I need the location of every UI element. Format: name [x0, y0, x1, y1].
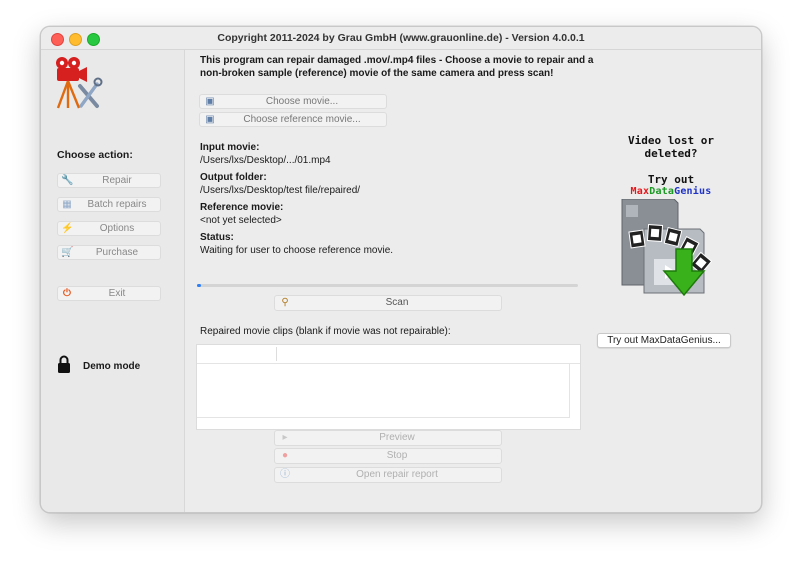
choose-movie-button[interactable]: ▣ Choose movie... — [199, 94, 387, 109]
preview-button-label: Preview — [379, 432, 415, 443]
window-title: Copyright 2011-2024 by Grau GmbH (www.gr… — [217, 32, 585, 44]
input-movie-heading: Input movie: — [200, 142, 260, 153]
input-movie-value: /Users/lxs/Desktop/.../01.mp4 — [200, 155, 331, 166]
open-repair-report-button[interactable]: ⓘ Open repair report — [274, 467, 502, 483]
progress-fill — [197, 284, 201, 287]
wrench-icon: 🔧 — [61, 175, 74, 186]
reference-movie-section: Reference movie: <not yet selected> — [200, 201, 283, 227]
clips-table-header — [197, 345, 580, 364]
scan-button-label: Scan — [385, 297, 409, 308]
column-divider — [276, 347, 277, 361]
output-folder-section: Output folder: /Users/lxs/Desktop/test f… — [200, 171, 360, 197]
scan-button[interactable]: ⚲ Scan — [274, 295, 502, 311]
stop-button[interactable]: ● Stop — [274, 448, 502, 464]
exit-button[interactable]: ⏻ Exit — [57, 286, 161, 301]
app-logo-icon — [56, 57, 103, 109]
preview-button[interactable]: ▸ Preview — [274, 430, 502, 446]
promo-try-out: Try out — [647, 173, 695, 186]
clips-label: Repaired movie clips (blank if movie was… — [200, 326, 451, 337]
demo-mode-label: Demo mode — [83, 361, 141, 372]
promo-title: Video lost or deleted? — [627, 134, 715, 160]
reference-movie-icon: ▣ — [205, 114, 215, 125]
cart-icon: 🛒 — [61, 247, 74, 258]
try-maxdatagenius-button[interactable]: Try out MaxDataGenius... — [597, 333, 731, 348]
brand-part-genius: Genius — [674, 186, 712, 197]
stop-button-label: Stop — [386, 450, 408, 461]
intro-text: This program can repair damaged .mov/.mp… — [200, 55, 594, 79]
power-icon: ⏻ — [63, 288, 71, 299]
lightning-icon: ⚡ — [61, 223, 74, 234]
movie-folder-icon: ▣ — [205, 96, 215, 107]
repair-button-label: Repair — [102, 175, 132, 186]
promo-brand: MaxDataGenius — [601, 186, 741, 197]
output-folder-heading: Output folder: — [200, 172, 267, 183]
magnifier-icon: ⚲ — [281, 297, 289, 308]
choose-action-label: Choose action: — [57, 149, 133, 161]
brand-part-data: Data — [649, 186, 675, 197]
reference-movie-value: <not yet selected> — [200, 215, 282, 226]
info-icon: ⓘ — [280, 469, 290, 480]
batch-icon: ▦ — [62, 199, 72, 210]
brand-part-max: Max — [630, 186, 650, 197]
purchase-button-label: Purchase — [95, 247, 139, 258]
output-folder-value: /Users/lxs/Desktop/test file/repaired/ — [200, 185, 361, 196]
status-section: Status: Waiting for user to choose refer… — [200, 231, 393, 257]
choose-reference-button[interactable]: ▣ Choose reference movie... — [199, 112, 387, 127]
input-movie-section: Input movie: /Users/lxs/Desktop/.../01.m… — [200, 141, 331, 167]
status-value: Waiting for user to choose reference mov… — [200, 245, 394, 256]
batch-repairs-button-label: Batch repairs — [87, 199, 147, 210]
exit-button-label: Exit — [108, 288, 126, 299]
batch-repairs-button[interactable]: ▦ Batch repairs — [57, 197, 161, 212]
options-button[interactable]: ⚡ Options — [57, 221, 161, 236]
sidebar: Choose action: 🔧 Repair ▦ Batch repairs … — [41, 50, 185, 512]
maxdatagenius-logo-icon — [621, 199, 713, 297]
lock-icon — [58, 355, 70, 373]
clips-table-body[interactable] — [197, 364, 570, 418]
repaired-clips-table[interactable] — [196, 344, 581, 430]
stop-icon: ● — [281, 450, 289, 461]
progress-bar — [197, 284, 578, 287]
choose-movie-label: Choose movie... — [265, 96, 339, 107]
choose-reference-label: Choose reference movie... — [243, 114, 361, 125]
app-window: Copyright 2011-2024 by Grau GmbH (www.gr… — [40, 26, 762, 513]
status-heading: Status: — [200, 232, 234, 243]
purchase-button[interactable]: 🛒 Purchase — [57, 245, 161, 260]
open-repair-report-label: Open repair report — [356, 469, 438, 480]
reference-movie-heading: Reference movie: — [200, 202, 284, 213]
title-bar: Copyright 2011-2024 by Grau GmbH (www.gr… — [41, 27, 761, 50]
play-icon: ▸ — [282, 432, 288, 443]
options-button-label: Options — [99, 223, 135, 234]
repair-button[interactable]: 🔧 Repair — [57, 173, 161, 188]
